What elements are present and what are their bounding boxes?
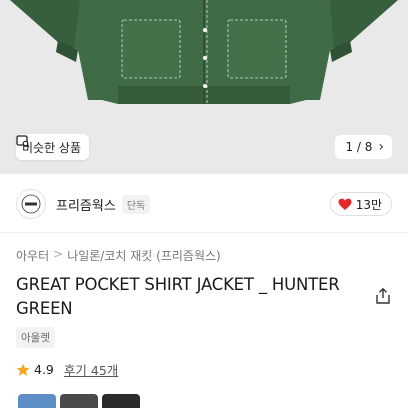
chevron-right-icon[interactable]: ›: [378, 139, 384, 155]
reviews-link[interactable]: 후기 45개: [64, 360, 118, 379]
rating-score: 4.9: [34, 362, 54, 377]
share-icon[interactable]: [374, 287, 392, 305]
like-count: 13만: [355, 197, 382, 212]
exclusive-badge: 단독: [121, 194, 151, 214]
product-title: GREAT POCKET SHIRT JACKET _ HUNTER GREEN: [16, 275, 340, 318]
product-image-gallery[interactable]: 비슷한 상품 1 / 8 ›: [0, 0, 408, 174]
breadcrumb-separator: >: [53, 247, 64, 261]
image-pager[interactable]: 1 / 8 ›: [335, 135, 392, 159]
outlet-tag: 아울렛: [16, 327, 55, 348]
rating-row: 4.9 후기 45개: [16, 360, 118, 379]
variant-thumb-gray[interactable]: [60, 394, 98, 408]
breadcrumb-subcategory[interactable]: 나일론/코치 재킷 (프리즘웍스): [67, 247, 221, 264]
color-variant-thumbs: [18, 394, 140, 408]
breadcrumb-category[interactable]: 아우터: [16, 247, 49, 264]
page-indicator: 1 / 8: [345, 140, 373, 154]
brand-row: 프리즘웍스 단독 13만: [16, 189, 392, 219]
section-divider: [0, 232, 408, 233]
brand-name-link[interactable]: 프리즘웍스: [56, 195, 116, 214]
star-icon: [16, 363, 30, 376]
breadcrumb: 아우터 > 나일론/코치 재킷 (프리즘웍스): [16, 247, 221, 264]
similar-products-button[interactable]: 비슷한 상품: [16, 134, 90, 160]
variant-thumb-black[interactable]: [102, 394, 140, 408]
similar-products-label: 비슷한 상품: [22, 140, 82, 155]
variant-thumb-blue[interactable]: [18, 394, 56, 408]
image-search-icon: [16, 135, 30, 148]
heart-icon: [338, 198, 352, 210]
like-button[interactable]: 13만: [329, 192, 392, 216]
brand-logo-icon[interactable]: [16, 189, 46, 219]
